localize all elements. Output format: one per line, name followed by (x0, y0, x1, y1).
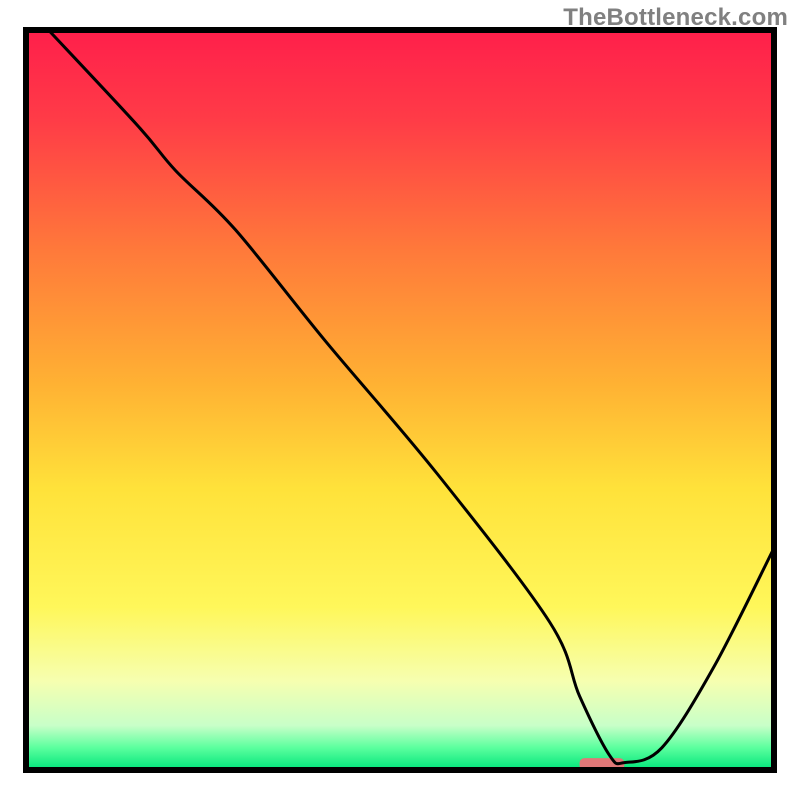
bottleneck-chart (0, 0, 800, 800)
gradient-background (26, 30, 774, 770)
chart-container: { "watermark": "TheBottleneck.com", "cha… (0, 0, 800, 800)
